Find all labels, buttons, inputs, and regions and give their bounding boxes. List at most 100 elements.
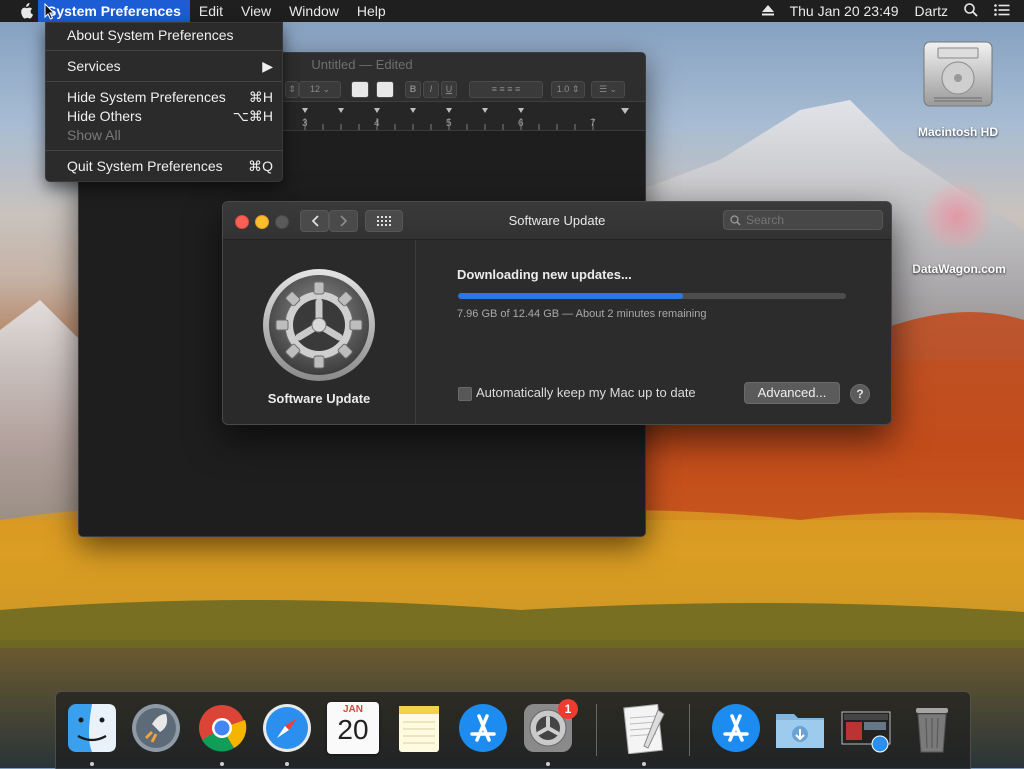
menu-separator — [46, 81, 282, 82]
search-icon — [730, 215, 741, 226]
eject-icon[interactable] — [754, 3, 782, 19]
list-style-select[interactable]: ☰ ⌄ — [591, 81, 625, 98]
running-indicator — [285, 762, 289, 766]
menu-item-quit-label: Quit System Preferences — [67, 158, 223, 174]
hard-drive-icon[interactable] — [920, 34, 996, 110]
notification-center-icon[interactable] — [986, 3, 1024, 19]
menu-item-show-all: Show All — [46, 126, 282, 145]
chevron-left-icon — [311, 215, 319, 227]
spotlight-search-icon[interactable] — [956, 2, 986, 20]
grid-icon — [377, 216, 391, 226]
menu-clock[interactable]: Thu Jan 20 23:49 — [782, 3, 907, 19]
running-indicator — [546, 762, 550, 766]
menu-item-quit-shortcut: ⌘Q — [248, 158, 273, 174]
ruler-tick-label: 6 — [518, 118, 524, 129]
running-indicator — [90, 762, 94, 766]
watermark-label: DataWagon.com — [912, 262, 1006, 276]
help-button[interactable]: ? — [850, 384, 870, 404]
menu-item-hide-others[interactable]: Hide Others ⌥⌘H — [46, 107, 282, 126]
menu-item-show-all-label: Show All — [67, 127, 121, 143]
dock: JAN 20 1 — [55, 691, 971, 769]
dock-separator — [689, 704, 690, 756]
line-spacing-select[interactable]: 1.0 ⇕ — [551, 81, 585, 98]
safari-icon[interactable] — [261, 702, 313, 754]
show-all-preferences-button[interactable] — [365, 210, 403, 232]
menu-item-about-label: About System Preferences — [67, 27, 234, 43]
trash-icon[interactable] — [906, 702, 958, 754]
menu-user[interactable]: Dartz — [907, 3, 956, 19]
finder-icon[interactable] — [66, 702, 118, 754]
downloads-app-store-icon[interactable] — [710, 702, 762, 754]
minimize-window-button[interactable] — [255, 215, 269, 229]
downloads-folder-icon[interactable] — [774, 702, 826, 754]
advanced-button[interactable]: Advanced... — [744, 382, 840, 404]
calendar-icon[interactable]: JAN 20 — [327, 702, 379, 754]
menu-item-hide[interactable]: Hide System Preferences ⌘H — [46, 88, 282, 107]
menu-item-services[interactable]: Services ▶ — [46, 57, 282, 76]
back-button[interactable] — [300, 210, 329, 232]
menu-system-preferences[interactable]: System Preferences — [38, 0, 190, 22]
search-input[interactable] — [723, 210, 883, 230]
ruler-tick-label: 7 — [590, 118, 596, 129]
software-update-sidebar: Software Update — [223, 240, 416, 424]
textedit-edited-label: Edited — [375, 57, 413, 72]
textedit-title: Untitled — [311, 57, 356, 72]
close-window-button[interactable] — [235, 215, 249, 229]
forward-button[interactable] — [329, 210, 358, 232]
chrome-icon[interactable] — [196, 702, 248, 754]
software-update-window: Software Update Search Software Update D… — [222, 201, 892, 425]
menu-item-services-label: Services — [67, 58, 121, 74]
chevron-right-icon — [339, 215, 347, 227]
notification-badge: 1 — [558, 699, 578, 719]
textedit-icon[interactable] — [618, 702, 670, 754]
ruler-tick-label: 4 — [374, 118, 380, 129]
zoom-window-button — [275, 215, 289, 229]
font-style-stepper[interactable]: ⇕ — [285, 81, 299, 98]
menu-separator — [46, 50, 282, 51]
menu-item-quit[interactable]: Quit System Preferences ⌘Q — [46, 157, 282, 176]
dock-separator — [596, 704, 597, 756]
notes-icon[interactable] — [393, 702, 445, 754]
desktop: { "menubar": { "app_name": "System Prefe… — [0, 0, 1024, 769]
ruler-tick-label: 3 — [302, 118, 308, 129]
submenu-arrow-icon: ▶ — [262, 58, 273, 74]
menu-help[interactable]: Help — [348, 0, 395, 22]
menu-window[interactable]: Window — [280, 0, 348, 22]
app-menu-dropdown: About System Preferences Services ▶ Hide… — [45, 22, 283, 182]
launchpad-icon[interactable] — [130, 702, 182, 754]
software-update-content: Downloading new updates... 7.96 GB of 12… — [416, 240, 891, 424]
screenshot-stack-icon[interactable] — [840, 702, 892, 754]
mouse-cursor-icon — [44, 3, 55, 20]
font-size-select[interactable]: 12 ⌄ — [299, 81, 341, 98]
underline-button[interactable]: U — [441, 81, 457, 98]
download-status-heading: Downloading new updates... — [457, 267, 632, 282]
menu-item-hide-label: Hide System Preferences — [67, 89, 226, 105]
highlight-color-swatch[interactable] — [376, 81, 394, 98]
software-update-gear-icon — [263, 269, 375, 381]
app-store-icon[interactable] — [457, 702, 509, 754]
menu-view[interactable]: View — [232, 0, 280, 22]
auto-update-checkbox[interactable] — [458, 387, 472, 401]
menu-item-about[interactable]: About System Preferences — [46, 26, 282, 45]
datawagon-logo-icon — [921, 180, 993, 252]
alignment-buttons[interactable]: ≡ ≡ ≡ ≡ — [469, 81, 543, 98]
apple-menu-icon[interactable] — [16, 0, 36, 22]
text-color-swatch[interactable] — [351, 81, 369, 98]
menu-edit[interactable]: Edit — [190, 0, 232, 22]
auto-update-label[interactable]: Automatically keep my Mac up to date — [476, 385, 696, 400]
hard-drive-label[interactable]: Macintosh HD — [904, 125, 1012, 139]
software-update-app-label: Software Update — [267, 391, 371, 406]
menu-item-hide-shortcut: ⌘H — [248, 89, 273, 105]
ruler-tick-label: 5 — [446, 118, 452, 129]
menu-item-hide-others-shortcut: ⌥⌘H — [232, 108, 273, 124]
download-progress-fill — [458, 293, 684, 299]
italic-button[interactable]: I — [423, 81, 439, 98]
software-update-titlebar[interactable]: Software Update — [223, 202, 891, 240]
download-status-detail: 7.96 GB of 12.44 GB — About 2 minutes re… — [457, 308, 707, 320]
bold-button[interactable]: B — [405, 81, 421, 98]
download-progress-bar — [458, 293, 846, 299]
running-indicator — [220, 762, 224, 766]
menu-separator — [46, 150, 282, 151]
menu-extras: Thu Jan 20 23:49 Dartz — [754, 0, 1024, 22]
menu-bar: System Preferences Edit View Window Help… — [0, 0, 1024, 22]
